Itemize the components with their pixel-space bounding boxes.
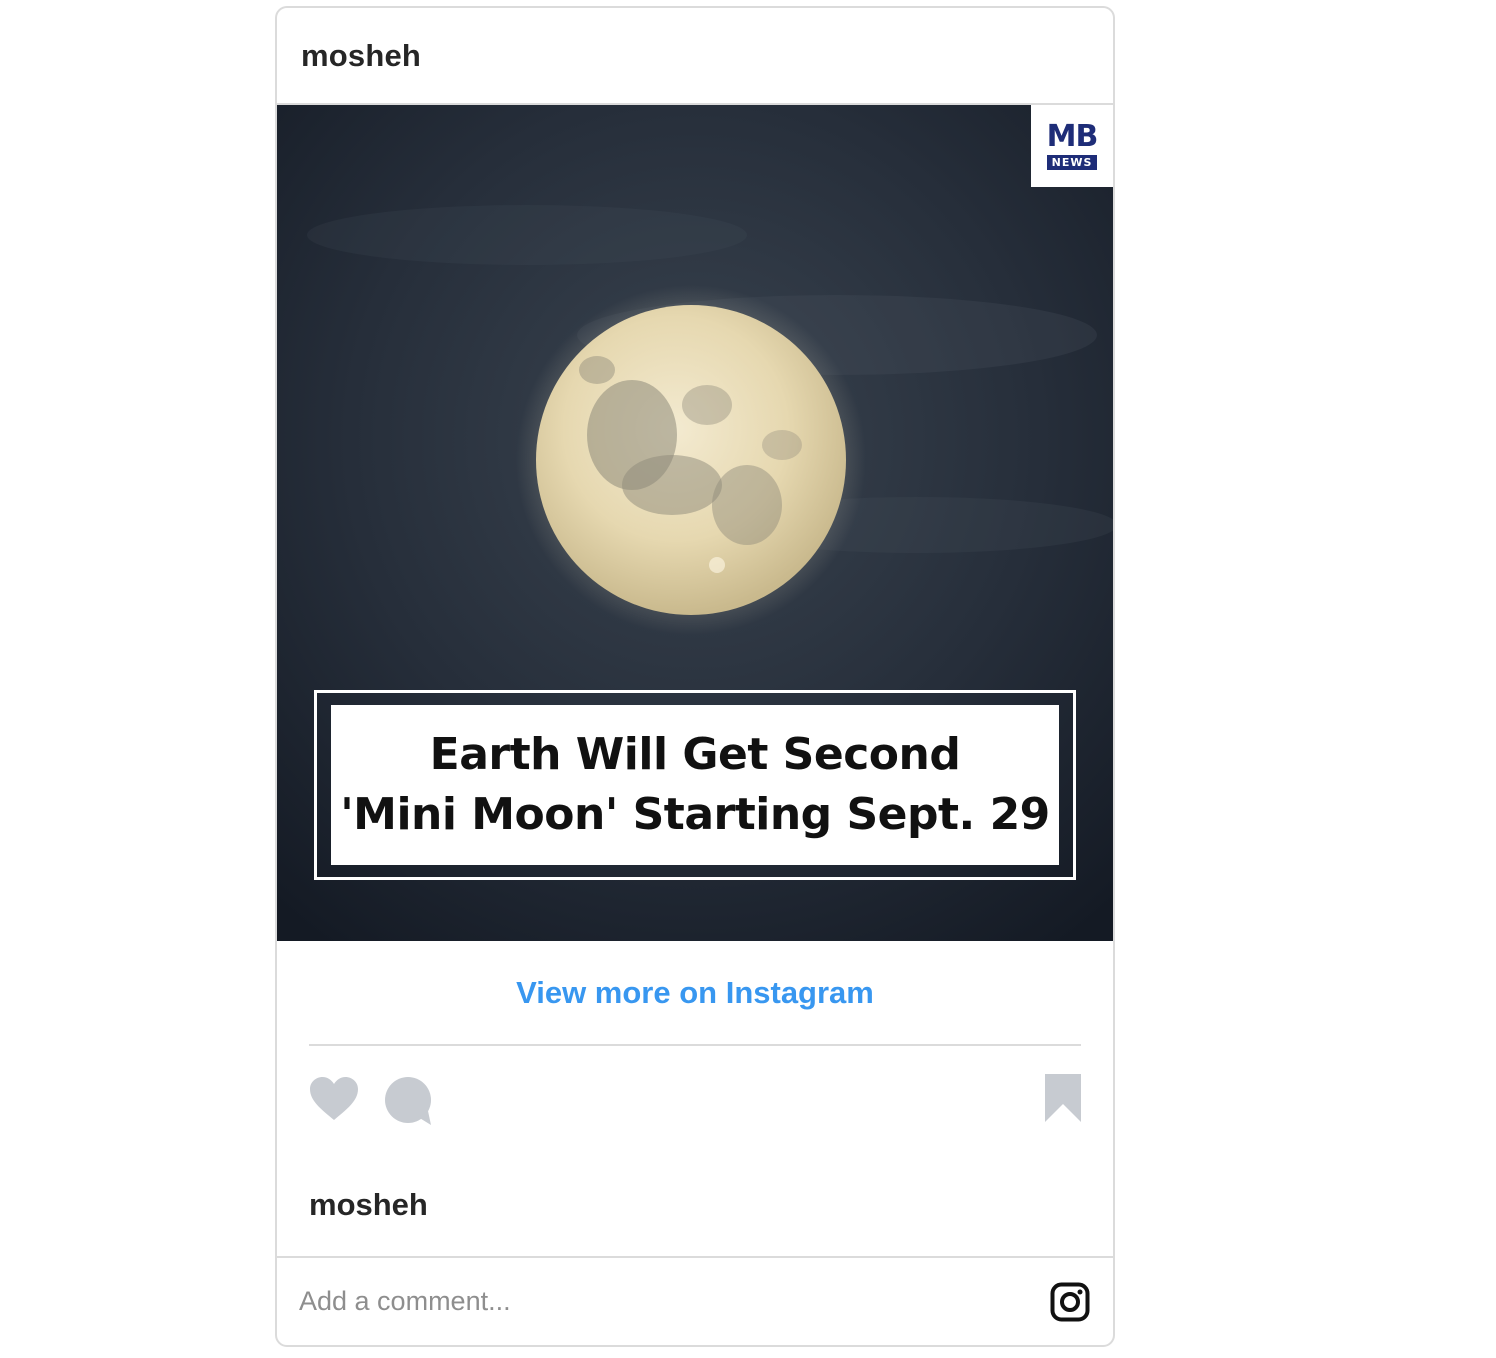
comment-icon[interactable]: [384, 1077, 434, 1127]
news-logo-mark: MB: [1046, 119, 1099, 154]
heart-icon[interactable]: [309, 1076, 359, 1122]
post-actions: [277, 1046, 1113, 1136]
bookmark-icon[interactable]: [1044, 1074, 1082, 1122]
instagram-icon[interactable]: [1050, 1282, 1090, 1322]
post-username[interactable]: mosheh: [301, 38, 421, 74]
post-image[interactable]: MB NEWS Earth Will Get Second 'Mini Moon…: [277, 105, 1113, 941]
comment-input[interactable]: [299, 1278, 999, 1324]
headline-line-1: Earth Will Get Second: [429, 729, 961, 780]
headline-panel: Earth Will Get Second 'Mini Moon' Starti…: [331, 705, 1059, 865]
comment-bar: [277, 1256, 1113, 1345]
headline-line-2: 'Mini Moon' Starting Sept. 29: [340, 789, 1050, 840]
instagram-embed-card: mosheh MB NEWS Earth Will Get Second 'Mi…: [275, 6, 1115, 1347]
view-more-link[interactable]: View more on Instagram: [277, 973, 1113, 1013]
post-header: mosheh: [277, 8, 1113, 105]
news-logo: MB NEWS: [1031, 105, 1113, 187]
news-logo-label: NEWS: [1046, 155, 1098, 170]
headline-frame: Earth Will Get Second 'Mini Moon' Starti…: [314, 690, 1076, 880]
post-owner-username[interactable]: mosheh: [309, 1185, 1113, 1225]
